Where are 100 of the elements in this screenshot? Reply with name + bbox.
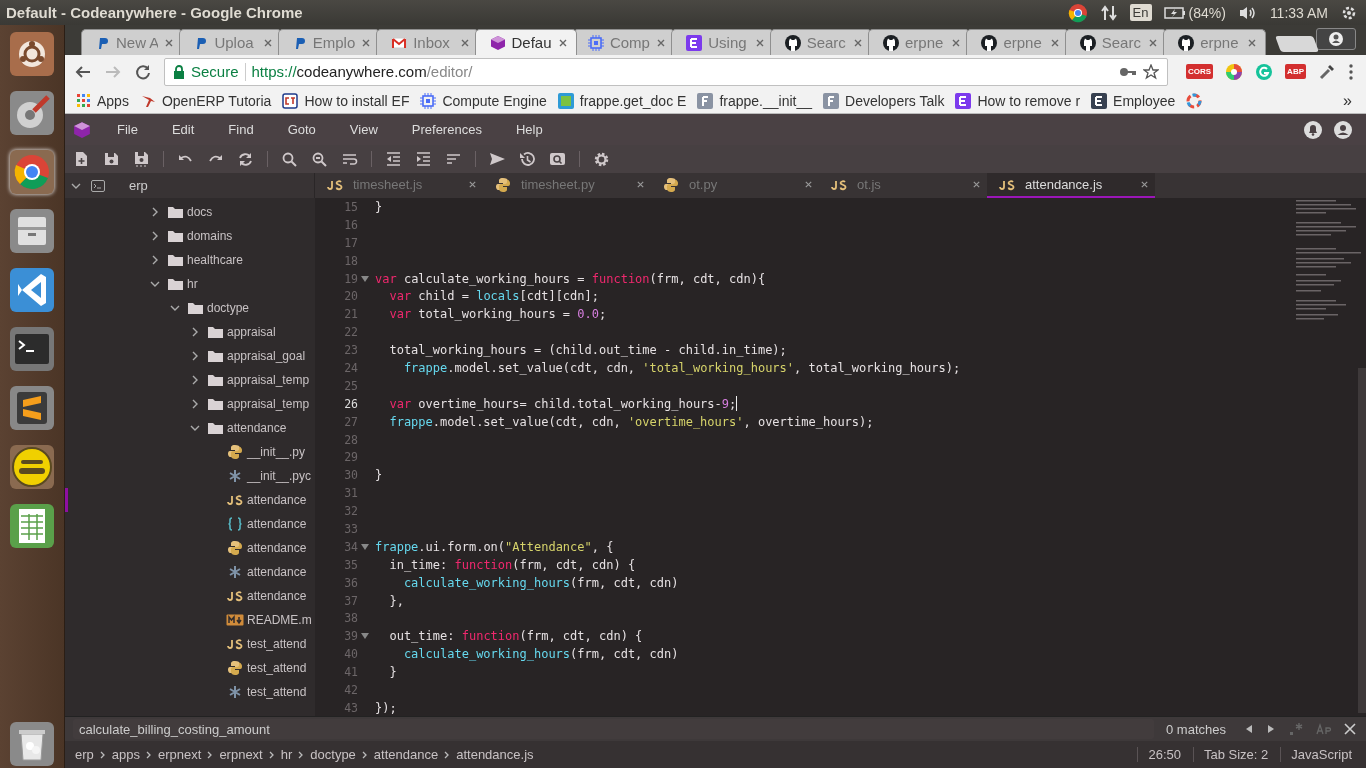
bookmark[interactable]: Employee <box>1091 92 1176 109</box>
clock[interactable]: 11:33 AM <box>1269 4 1328 21</box>
outdent-icon[interactable] <box>385 150 402 168</box>
breadcrumb[interactable]: attendance <box>373 747 439 762</box>
refresh-icon[interactable] <box>237 150 254 168</box>
close-icon[interactable] <box>656 37 667 48</box>
color-wheel-icon[interactable] <box>1225 62 1244 81</box>
trash-icon[interactable] <box>8 720 56 768</box>
menu-item[interactable]: Edit <box>154 122 212 137</box>
settings-icon[interactable] <box>593 150 610 168</box>
tree-item[interactable]: domains <box>65 224 315 248</box>
close-icon[interactable] <box>636 180 645 189</box>
tree-item[interactable]: healthcare <box>65 248 315 272</box>
more-vertical-icon[interactable] <box>1348 63 1354 80</box>
address-field[interactable]: Secure https://codeanywhere.com/editor/ <box>164 57 1168 86</box>
search-icon[interactable] <box>281 150 298 168</box>
chevron-right-icon[interactable] <box>190 351 200 361</box>
close-icon[interactable] <box>361 37 372 48</box>
fold-arrow-icon[interactable] <box>361 274 369 283</box>
chevron-right-icon[interactable] <box>190 375 200 385</box>
preview-icon[interactable] <box>549 150 566 168</box>
search-field[interactable]: calculate_billing_costing_amount <box>73 719 1154 739</box>
menu-item[interactable]: File <box>91 122 155 137</box>
close-icon[interactable] <box>754 37 765 48</box>
battery-icon[interactable] <box>1163 5 1186 20</box>
browser-tab[interactable]: Defau <box>474 29 577 55</box>
close-icon[interactable] <box>972 180 981 189</box>
breadcrumb[interactable]: apps <box>111 747 140 762</box>
close-icon[interactable] <box>1140 180 1149 189</box>
indent-icon[interactable] <box>415 150 432 168</box>
tree-item[interactable]: test_attend <box>65 632 315 656</box>
tree-item[interactable]: attendance <box>65 584 315 608</box>
menu-item[interactable]: Preferences <box>394 122 499 137</box>
previous-icon[interactable] <box>1244 724 1254 734</box>
close-icon[interactable] <box>557 37 568 48</box>
bookmark[interactable]: Apps <box>77 92 129 109</box>
tree-item[interactable]: README.m <box>65 608 315 632</box>
close-icon[interactable] <box>853 37 863 48</box>
cursor-position[interactable]: 26:50 <box>1137 747 1181 762</box>
bookmark[interactable]: OpenERP Tutoria <box>139 92 272 109</box>
ubuntu-logo-icon[interactable] <box>8 30 56 78</box>
chevron-down-icon[interactable] <box>150 279 160 289</box>
extension-button[interactable]: CORS <box>1186 64 1214 79</box>
reload-icon[interactable] <box>134 62 152 81</box>
next-icon[interactable] <box>1266 724 1276 734</box>
bookmark[interactable]: Compute Engine <box>420 92 547 109</box>
tab-size[interactable]: Tab Size: 2 <box>1192 747 1269 762</box>
bookmark[interactable]: How to install EF <box>282 92 410 109</box>
profile-button[interactable] <box>1315 28 1356 50</box>
breadcrumb[interactable]: erpnext <box>219 747 263 762</box>
tree-item[interactable]: test_attend <box>65 680 315 704</box>
code-editor-icon[interactable] <box>8 266 56 314</box>
tree-item[interactable]: hr <box>65 272 315 296</box>
close-icon[interactable] <box>468 180 477 189</box>
save-all-icon[interactable] <box>133 150 150 168</box>
close-icon[interactable] <box>804 180 813 189</box>
tree-item[interactable]: appraisal_goal <box>65 344 315 368</box>
file-cabinet-icon[interactable] <box>8 207 56 255</box>
tree-item[interactable]: attendance <box>65 536 315 560</box>
tree-item[interactable]: doctype <box>65 296 315 320</box>
tree-item[interactable]: attendance <box>65 488 315 512</box>
close-icon[interactable] <box>1148 37 1159 48</box>
bell-icon[interactable] <box>1304 120 1322 139</box>
send-icon[interactable] <box>489 150 506 168</box>
chevron-right-icon[interactable] <box>150 207 160 217</box>
language-mode[interactable]: JavaScript <box>1280 747 1352 762</box>
menu-item[interactable]: View <box>332 122 395 137</box>
close-icon[interactable] <box>164 37 175 48</box>
chevron-right-icon[interactable] <box>190 327 200 337</box>
tree-item[interactable]: test_attend <box>65 656 315 680</box>
bookmark[interactable]: frappe.get_doc E <box>557 92 687 109</box>
editor-tab[interactable]: attendance.js <box>987 173 1155 198</box>
close-icon[interactable] <box>1246 37 1257 48</box>
breadcrumb[interactable]: attendance.js <box>456 747 534 762</box>
spreadsheet-icon[interactable] <box>8 502 56 550</box>
ring-icon[interactable] <box>1186 92 1203 109</box>
star-icon[interactable] <box>1143 63 1159 80</box>
account-icon[interactable] <box>1334 120 1352 139</box>
tree-item[interactable]: appraisal <box>65 320 315 344</box>
volume-icon[interactable] <box>1237 4 1258 21</box>
bookmark[interactable]: How to remove r <box>955 92 1081 109</box>
new-file-icon[interactable] <box>73 150 90 168</box>
history-icon[interactable] <box>519 150 536 168</box>
find-replace-icon[interactable] <box>311 150 328 168</box>
chevron-down-icon[interactable] <box>190 423 200 433</box>
breadcrumb[interactable]: erpnext <box>158 747 202 762</box>
breadcrumb[interactable]: erp <box>75 747 94 762</box>
breadcrumb[interactable]: hr <box>280 747 293 762</box>
extension-button[interactable]: ABP <box>1285 64 1306 79</box>
tree-item[interactable]: attendance <box>65 560 315 584</box>
tree-item[interactable]: appraisal_temp <box>65 392 315 416</box>
chrome-icon[interactable] <box>8 148 56 196</box>
close-icon[interactable] <box>951 37 962 48</box>
chevron-right-icon[interactable] <box>150 231 160 241</box>
menu-item[interactable]: Help <box>498 122 560 137</box>
menu-item[interactable]: Find <box>211 122 271 137</box>
bookmark[interactable]: Developers Talk <box>823 92 945 109</box>
fold-arrow-icon[interactable] <box>361 542 369 551</box>
chevron-down-icon[interactable] <box>170 303 180 313</box>
tree-item[interactable]: attendance <box>65 512 315 536</box>
